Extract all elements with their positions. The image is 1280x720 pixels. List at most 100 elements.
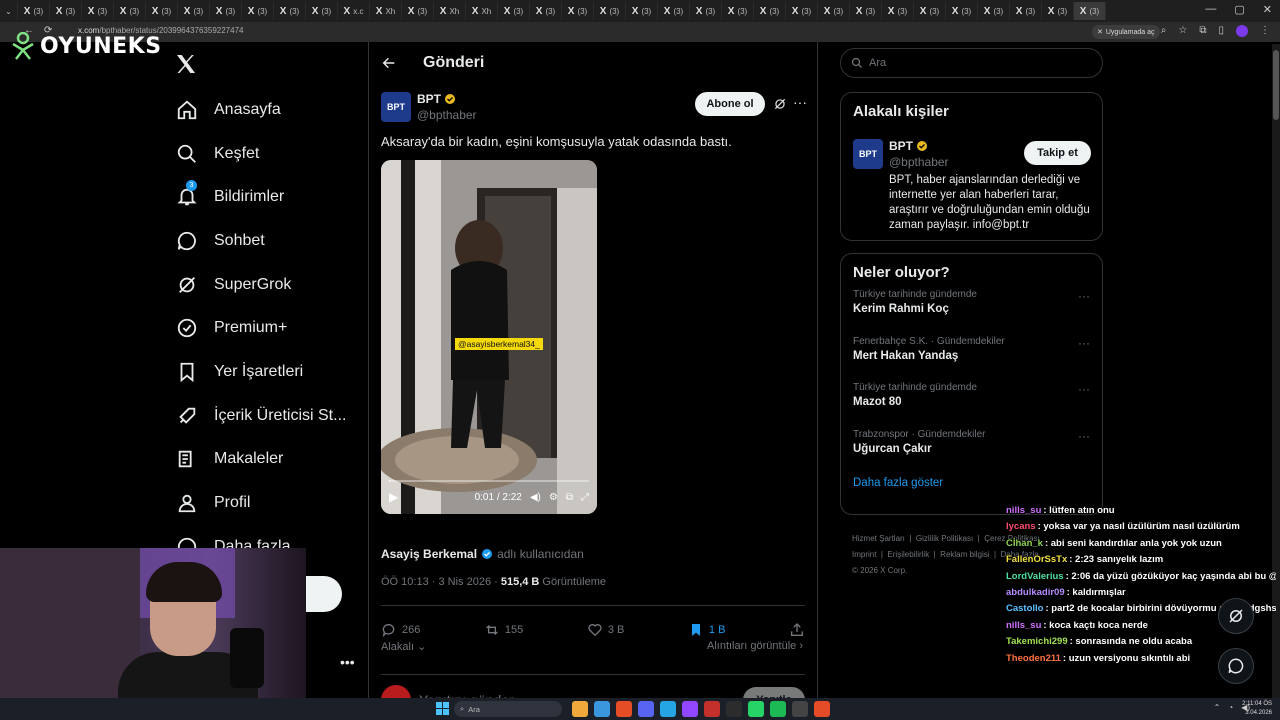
fullscreen-icon[interactable]: ⤢ — [581, 492, 589, 503]
browser-tab[interactable]: X (3) — [946, 2, 978, 20]
settings-icon[interactable]: ⚙ — [549, 492, 558, 503]
account-menu-dots[interactable]: ••• — [340, 654, 355, 670]
sidebar-icon[interactable]: ▯ — [1218, 25, 1224, 37]
browser-tab[interactable]: X (3) — [50, 2, 82, 20]
trend-more-icon[interactable]: ··· — [1078, 289, 1090, 303]
x-logo-icon[interactable] — [174, 52, 198, 81]
subscribe-button[interactable]: Abone ol — [695, 92, 765, 116]
nav-item-home[interactable]: Anasayfa — [176, 88, 346, 132]
grok-icon[interactable] — [773, 97, 787, 111]
browser-tab[interactable]: X (3) — [562, 2, 594, 20]
discord-icon[interactable] — [638, 701, 654, 717]
taskbar-search[interactable]: ⌕ Ara — [454, 701, 562, 717]
trend-item[interactable]: Trabzonspor · Gündemdekiler Uğurcan Çakı… — [853, 421, 1090, 468]
browser-tab[interactable]: X (3) — [402, 2, 434, 20]
footer-link[interactable]: Imprint — [852, 550, 876, 559]
star-icon[interactable]: ☆ — [1178, 25, 1187, 37]
related-name[interactable]: BPT — [889, 139, 928, 153]
chat-username[interactable]: abdulkadir09 — [1006, 587, 1065, 598]
chat-username[interactable]: LordValerius — [1006, 571, 1064, 582]
author-handle[interactable]: @bpthaber — [417, 108, 477, 122]
post-more-icon[interactable]: ··· — [793, 94, 807, 110]
browser-tab[interactable]: X (3) — [978, 2, 1010, 20]
spotify-icon[interactable] — [770, 701, 786, 717]
nav-item-creator-studio[interactable]: İçerik Üreticisi St... — [176, 394, 346, 438]
trend-item[interactable]: Türkiye tarihinde gündemde Kerim Rahmi K… — [853, 281, 1090, 328]
browser-tab[interactable]: X (3) — [882, 2, 914, 20]
related-handle[interactable]: @bpthaber — [889, 155, 949, 169]
related-dropdown[interactable]: Alakalı ⌄ — [381, 640, 426, 653]
extensions-icon[interactable]: ⧉ — [1199, 25, 1206, 37]
chat-username[interactable]: Castollo — [1006, 603, 1043, 614]
browser-tab[interactable]: X (3) — [850, 2, 882, 20]
browser-tab[interactable]: X (3) — [754, 2, 786, 20]
footer-link[interactable]: Reklam bilgisi — [940, 550, 989, 559]
app-icon[interactable] — [660, 701, 676, 717]
chrome-icon[interactable] — [814, 701, 830, 717]
chevron-up-icon[interactable]: ⌃ — [1214, 703, 1221, 712]
maximize-icon[interactable]: ▢ — [1234, 3, 1244, 16]
browser-tab[interactable]: X (3) — [914, 2, 946, 20]
chat-username[interactable]: Theoden211 — [1006, 653, 1061, 664]
browser-tab[interactable]: X (3) — [1042, 2, 1074, 20]
trend-more-icon[interactable]: ··· — [1078, 382, 1090, 396]
trend-more-icon[interactable]: ··· — [1078, 429, 1090, 443]
minimize-icon[interactable]: — — [1205, 3, 1216, 16]
browser-tab[interactable]: X (3) — [306, 2, 338, 20]
open-in-app-button[interactable]: ✕ Uygulamada aç — [1092, 25, 1160, 39]
footer-link[interactable]: Hizmet Şartları — [852, 534, 905, 543]
follow-button[interactable]: Takip et — [1024, 141, 1091, 165]
file-explorer-icon[interactable] — [572, 701, 588, 717]
close-window-icon[interactable]: ✕ — [1263, 3, 1272, 16]
browser-tab[interactable]: X Xh — [370, 2, 402, 20]
footer-link[interactable]: Gizlilik Politikası — [916, 534, 973, 543]
footer-link[interactable]: Erişilebilirlik — [887, 550, 929, 559]
nav-item-profile[interactable]: Profil — [176, 481, 346, 525]
browser-tab[interactable]: X (3) — [1074, 2, 1106, 20]
post-timestamp[interactable]: ÖÖ 10:13 · 3 Nis 2026 · — [381, 576, 501, 588]
browser-tab[interactable]: X (3) — [626, 2, 658, 20]
nav-item-explore[interactable]: Keşfet — [176, 132, 346, 176]
nav-item-supergrok[interactable]: SuperGrok — [176, 263, 346, 307]
zoom-icon[interactable]: ⌕ — [1161, 25, 1167, 37]
obs-icon[interactable] — [726, 701, 742, 717]
nav-item-chat[interactable]: Sohbet — [176, 219, 346, 263]
video-player[interactable]: @asayisberkemal34_ ▶ 0:01 / 2:22 ◀) ⚙ ⧉ … — [381, 160, 597, 514]
edge-icon[interactable] — [594, 701, 610, 717]
browser-tab[interactable]: X (3) — [210, 2, 242, 20]
browser-tab[interactable]: X (3) — [818, 2, 850, 20]
browser-tab[interactable]: X (3) — [786, 2, 818, 20]
browser-tab[interactable]: X (3) — [530, 2, 562, 20]
search-box[interactable]: Ara — [840, 48, 1103, 78]
browser-menu-icon[interactable]: ⋮ — [1260, 25, 1270, 37]
view-quotes-link[interactable]: Alıntıları görüntüle › — [707, 640, 803, 652]
chat-username[interactable]: Takemichi299 — [1006, 636, 1068, 647]
chat-username[interactable]: FallenOrSsTx — [1006, 554, 1067, 565]
browser-tab[interactable]: X (3) — [178, 2, 210, 20]
app-icon[interactable] — [792, 701, 808, 717]
whatsapp-icon[interactable] — [748, 701, 764, 717]
browser-tab[interactable]: X (3) — [658, 2, 690, 20]
scrollbar-thumb[interactable] — [1273, 50, 1279, 120]
grok-fab[interactable] — [1218, 598, 1254, 634]
nav-item-articles[interactable]: Makaleler — [176, 438, 346, 482]
search-input[interactable]: Ara — [869, 57, 886, 69]
browser-tab[interactable]: X (3) — [498, 2, 530, 20]
chat-username[interactable]: Cİhan_k — [1006, 538, 1043, 549]
windows-start-icon[interactable] — [436, 702, 450, 716]
profile-avatar-icon[interactable] — [1236, 25, 1248, 37]
author-avatar[interactable]: BPT — [381, 92, 411, 122]
browser-tab[interactable]: X Xh — [466, 2, 498, 20]
repost-action[interactable]: 155 — [484, 622, 523, 638]
browser-tab[interactable]: X (3) — [146, 2, 178, 20]
taskbar-clock[interactable]: 2:11:04 ÖS 3.04.2026 — [1242, 700, 1272, 718]
chrome-icon[interactable] — [616, 701, 632, 717]
trend-item[interactable]: Türkiye tarihinde gündemde Mazot 80 ··· — [853, 374, 1090, 421]
attribution-name[interactable]: Asayiş Berkemal — [381, 547, 477, 561]
browser-tab[interactable]: X (3) — [722, 2, 754, 20]
author-name[interactable]: BPT — [417, 92, 456, 106]
chat-username[interactable]: nills_su — [1006, 620, 1041, 631]
related-avatar[interactable]: BPT — [853, 139, 883, 169]
back-arrow-icon[interactable] — [381, 55, 397, 71]
play-icon[interactable]: ▶ — [389, 490, 398, 504]
